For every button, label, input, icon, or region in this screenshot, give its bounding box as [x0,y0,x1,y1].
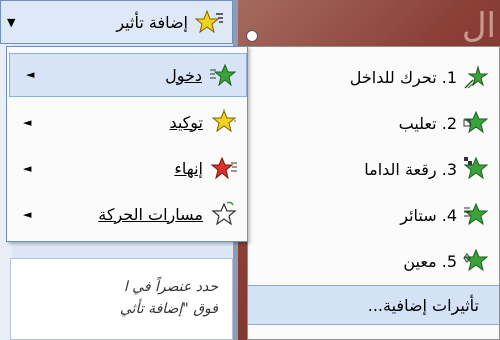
hint-text-line-2: فوق "إضافة تأثي [119,301,218,317]
diamond-effect-icon [463,248,489,272]
entrance-star-icon [210,63,236,87]
selection-handle[interactable] [246,30,258,42]
add-effect-label: إضافة تأثير [116,12,188,32]
menu-item-emphasis[interactable]: توكيد ◄ [7,99,247,145]
motion-path-star-icon [211,201,237,226]
hint-text-line-1: حدد عنصراً في ا [123,279,218,295]
box-effect-icon [463,110,489,134]
submenu-item-fly-in[interactable]: 1. تحرك للداخل [248,55,499,99]
exit-star-icon [211,156,237,180]
submenu-arrow-icon: ◄ [26,68,35,81]
submenu-arrow-icon: ◄ [23,208,32,221]
entrance-effects-submenu: 1. تحرك للداخل 2. تعليب 3. رقعة الداما 4… [247,46,500,340]
menu-item-motion-paths[interactable]: مسارات الحركة ◄ [7,191,247,237]
more-effects-label: تأثيرات إضافية... [367,295,479,315]
submenu-arrow-icon: ◄ [23,162,32,175]
emphasis-star-icon [211,109,237,133]
add-effect-star-icon [194,9,223,34]
more-effects-item[interactable]: تأثيرات إضافية... [248,285,499,325]
add-effect-menu: دخول ◄ توكيد ◄ إنهاء ◄ مسارات الحركة ◄ [6,46,248,242]
menu-item-exit[interactable]: إنهاء ◄ [7,145,247,191]
fly-in-icon [464,65,489,89]
submenu-item-checkerboard[interactable]: 3. رقعة الداما [248,147,499,191]
submenu-item-box[interactable]: 2. تعليب [248,101,499,145]
slide-title-text: ال [461,6,496,46]
add-effect-button[interactable]: إضافة تأثير ▼ [0,0,233,44]
animation-list-box: حدد عنصراً في ا فوق "إضافة تأثي [10,258,233,340]
submenu-item-blinds[interactable]: 4. ستائر [248,193,499,237]
menu-item-entrance[interactable]: دخول ◄ [9,53,247,97]
submenu-arrow-icon: ◄ [23,116,32,129]
blinds-effect-icon [463,202,489,226]
chevron-down-icon: ▼ [7,15,16,29]
submenu-item-diamond[interactable]: 5. معين [248,239,499,283]
checkerboard-effect-icon [463,156,489,180]
